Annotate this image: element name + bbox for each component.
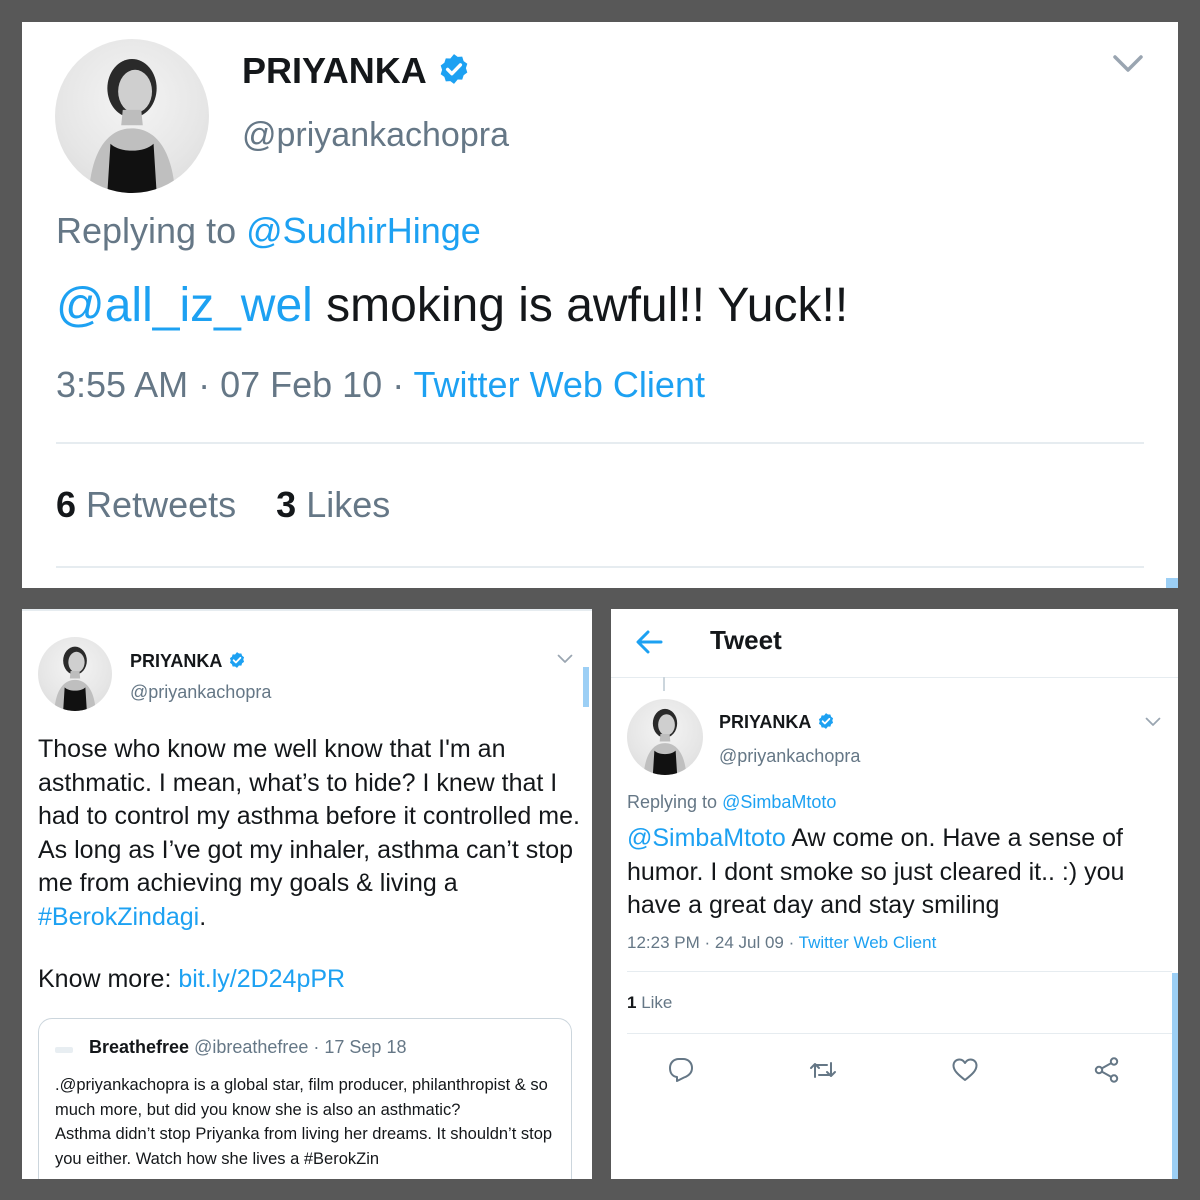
display-name-text: PRIYANKA — [130, 651, 223, 671]
know-more: Know more: bit.ly/2D24pPR — [38, 965, 345, 994]
tweet-panel-2: PRIYANKA @priyankachopra Those who know … — [22, 609, 592, 1179]
retweets-count[interactable]: 6 — [56, 484, 76, 525]
mention-link[interactable]: @all_iz_wel — [56, 279, 313, 332]
action-bar — [611, 1049, 1178, 1089]
user-handle[interactable]: @priyankachopra — [242, 116, 509, 155]
like-button[interactable] — [950, 1055, 980, 1085]
thread-line — [663, 677, 665, 691]
avatar-photo — [88, 59, 176, 193]
avatar[interactable] — [627, 699, 703, 775]
likes-label[interactable]: Like — [641, 993, 672, 1012]
divider — [611, 677, 1178, 678]
reply-button[interactable] — [666, 1055, 696, 1085]
verified-badge-icon — [440, 54, 468, 85]
replying-prefix: Replying to — [56, 210, 237, 251]
scrollbar[interactable] — [1166, 578, 1178, 588]
quoted-header: Breathefree @ibreathefree · 17 Sep 18 — [89, 1037, 406, 1058]
replying-to-link[interactable]: @SimbaMtoto — [722, 792, 836, 812]
display-name-text: PRIYANKA — [242, 50, 427, 91]
divider — [56, 442, 1144, 444]
display-name-text: PRIYANKA — [719, 712, 812, 732]
display-name[interactable]: PRIYANKA — [719, 712, 835, 733]
quoted-handle-date: @ibreathefree · 17 Sep 18 — [194, 1037, 407, 1057]
short-link[interactable]: bit.ly/2D24pPR — [178, 965, 345, 993]
share-button[interactable] — [1092, 1055, 1122, 1085]
likes-count[interactable]: 3 — [276, 484, 296, 525]
page-title: Tweet — [710, 625, 782, 655]
tweet-stats: 1 Like — [627, 993, 672, 1013]
avatar[interactable] — [38, 637, 112, 711]
tweet-text: Those who know me well know that I'm an … — [38, 733, 583, 934]
avatar-photo — [643, 708, 687, 775]
avatar[interactable] — [55, 39, 209, 193]
tweet-body: Those who know me well know that I'm an … — [38, 735, 580, 897]
retweets-label[interactable]: Retweets — [86, 484, 236, 525]
replying-prefix: Replying to — [627, 792, 718, 812]
divider — [627, 971, 1172, 972]
share-icon — [1094, 1057, 1119, 1083]
source-link[interactable]: Twitter Web Client — [414, 364, 705, 405]
likes-count[interactable]: 1 — [627, 993, 636, 1012]
user-handle[interactable]: @priyankachopra — [130, 682, 271, 703]
quoted-text-line-1: .@priyankachopra is a global star, film … — [55, 1076, 548, 1119]
hashtag-link[interactable]: #BerokZindagi — [38, 903, 199, 931]
divider — [22, 609, 592, 611]
tweet-meta: 3:55 AM · 07 Feb 10 · Twitter Web Client — [56, 364, 705, 406]
tweet-panel-3: Tweet PRIYANKA @priyankachopra Replying … — [611, 609, 1178, 1179]
source-link[interactable]: Twitter Web Client — [799, 933, 937, 952]
know-more-label: Know more: — [38, 965, 179, 993]
verified-badge-icon — [819, 713, 834, 730]
replying-to: Replying to @SimbaMtoto — [627, 792, 836, 813]
replying-to: Replying to @SudhirHinge — [56, 210, 481, 252]
tweet-meta: 12:23 PM · 24 Jul 09 · Twitter Web Clien… — [627, 933, 936, 953]
display-name[interactable]: PRIYANKA — [242, 50, 471, 92]
tweet-text: @SimbaMtoto Aw come on. Have a sense of … — [627, 822, 1172, 923]
like-icon — [952, 1058, 978, 1081]
retweet-button[interactable] — [808, 1055, 838, 1085]
chevron-down-icon[interactable] — [557, 653, 573, 665]
verified-badge-icon — [230, 652, 245, 669]
avatar-photo — [54, 646, 96, 711]
tweet-text: @all_iz_wel smoking is awful!! Yuck!! — [56, 278, 848, 333]
chevron-down-icon[interactable] — [1145, 716, 1161, 728]
quoted-text-line-2: Asthma didn’t stop Priyanka from living … — [55, 1125, 553, 1168]
quoted-avatar — [55, 1047, 73, 1053]
scrollbar[interactable] — [583, 667, 589, 707]
timestamp[interactable]: 3:55 AM · 07 Feb 10 · — [56, 364, 414, 405]
tweet-body-end: . — [199, 902, 207, 931]
tweet-body: smoking is awful!! Yuck!! — [312, 279, 849, 332]
retweet-icon — [810, 1062, 836, 1078]
tweet-panel-1: PRIYANKA @priyankachopra Replying to @Su… — [22, 22, 1178, 588]
tweet-stats: 6 Retweets 3 Likes — [56, 484, 420, 526]
back-arrow-icon[interactable] — [635, 629, 663, 655]
mention-link[interactable]: @SimbaMtoto — [627, 824, 786, 852]
quoted-text: .@priyankachopra is a global star, film … — [55, 1073, 555, 1171]
quoted-tweet[interactable]: Breathefree @ibreathefree · 17 Sep 18 .@… — [38, 1018, 572, 1179]
replying-to-link[interactable]: @SudhirHinge — [246, 210, 481, 251]
likes-label[interactable]: Likes — [306, 484, 390, 525]
divider — [627, 1033, 1172, 1034]
timestamp[interactable]: 12:23 PM · 24 Jul 09 · — [627, 933, 799, 952]
quoted-display-name: Breathefree — [89, 1037, 190, 1057]
chevron-down-icon[interactable] — [1112, 52, 1144, 76]
display-name[interactable]: PRIYANKA — [130, 651, 246, 672]
reply-icon — [669, 1058, 693, 1082]
divider — [56, 566, 1144, 568]
user-handle[interactable]: @priyankachopra — [719, 746, 860, 767]
